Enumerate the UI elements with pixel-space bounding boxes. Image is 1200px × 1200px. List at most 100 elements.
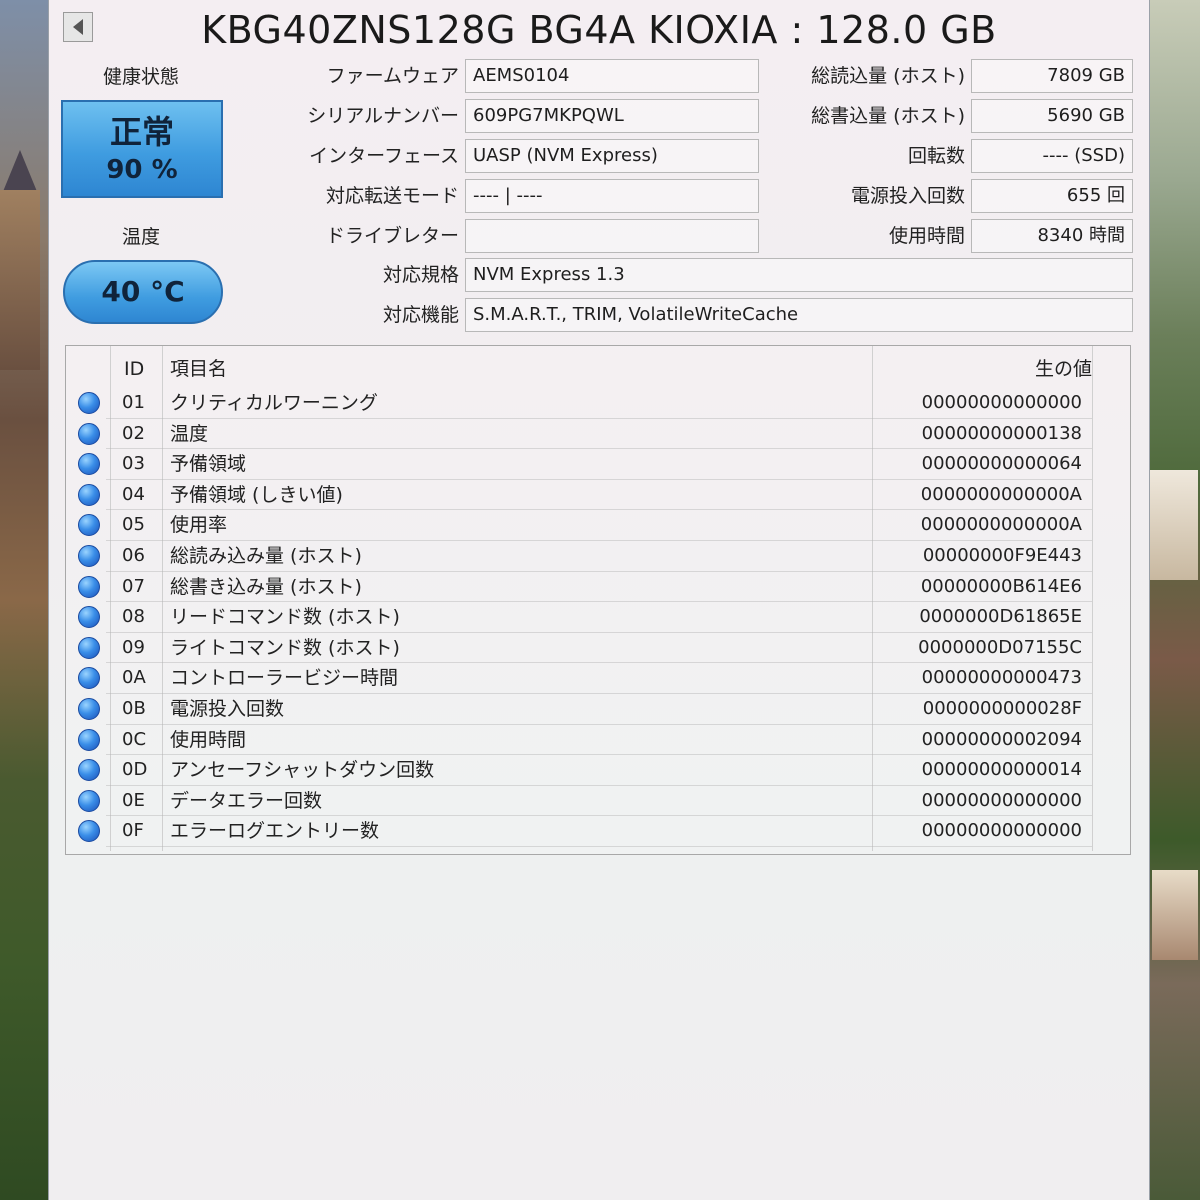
- app-window: KBG40ZNS128G BG4A KIOXIA : 128.0 GB 健康状態…: [48, 0, 1150, 1200]
- blue-circle-icon: [78, 698, 100, 720]
- row-name: コントローラービジー時間: [170, 667, 399, 690]
- temperature-box[interactable]: 40 °C: [63, 260, 223, 324]
- serial-label: シリアルナンバー: [307, 105, 459, 127]
- row-raw-value: 0000000000028F: [922, 698, 1082, 719]
- row-raw-value: 00000000000000: [921, 820, 1082, 842]
- row-raw-value: 00000000F9E443: [922, 545, 1082, 566]
- table-row[interactable]: 0E データエラー回数 00000000000000: [66, 786, 1092, 817]
- health-label: 健康状態: [102, 66, 179, 88]
- blue-circle-icon: [78, 759, 100, 782]
- row-name: データエラー回数: [170, 789, 323, 812]
- table-row[interactable]: 05 使用率 0000000000000A: [66, 510, 1092, 541]
- table-row[interactable]: 06 総読み込み量 (ホスト) 00000000F9E443: [66, 541, 1092, 572]
- wallpaper-house: [1150, 470, 1198, 580]
- interface-label: インターフェース: [309, 145, 459, 167]
- temperature-value: 40 °C: [101, 275, 185, 308]
- standard-value: NVM Express 1.3: [465, 258, 1133, 292]
- row-raw-value: 00000000000000: [921, 789, 1082, 811]
- row-name: アンセーフシャットダウン回数: [170, 759, 435, 782]
- standard-label: 対応規格: [382, 264, 459, 286]
- transfer-mode-value: ---- | ----: [465, 179, 759, 213]
- blue-circle-icon: [78, 483, 100, 506]
- health-status: 正常: [109, 113, 174, 151]
- row-raw-value: 0000000D61865E: [919, 606, 1082, 628]
- blue-circle-icon: [78, 392, 100, 414]
- row-raw-value: 0000000000000A: [920, 483, 1082, 505]
- row-id: 07: [122, 575, 145, 597]
- blue-circle-icon: [78, 606, 100, 629]
- temperature-label: 温度: [121, 226, 160, 248]
- row-id: 03: [122, 453, 145, 475]
- wallpaper-right: [1148, 0, 1200, 1200]
- health-status-box[interactable]: 正常 90 %: [61, 100, 223, 198]
- blue-circle-icon: [78, 728, 100, 751]
- power-on-count-label: 電源投入回数: [850, 185, 965, 207]
- blue-circle-icon: [78, 514, 100, 537]
- table-row[interactable]: 0B 電源投入回数 0000000000028F: [66, 694, 1092, 725]
- column-header-raw[interactable]: 生の値: [886, 354, 1092, 384]
- row-id: 06: [122, 545, 145, 566]
- row-name: 使用率: [170, 514, 228, 537]
- table-row[interactable]: 02 温度 00000000000138: [66, 419, 1092, 450]
- row-raw-value: 0000000D07155C: [918, 636, 1082, 658]
- transfer-mode-label: 対応転送モード: [325, 185, 459, 207]
- total-write-label: 総書込量 (ホスト): [811, 105, 965, 127]
- row-name: 使用時間: [170, 728, 247, 751]
- row-raw-value: 00000000002094: [921, 728, 1082, 750]
- health-percent: 90 %: [106, 155, 178, 185]
- column-divider: [1092, 346, 1093, 851]
- row-raw-value: 00000000000000: [921, 392, 1082, 413]
- table-row[interactable]: 04 予備領域 (しきい値) 0000000000000A: [66, 480, 1092, 511]
- row-id: 02: [122, 422, 145, 444]
- row-name: ライトコマンド数 (ホスト): [170, 636, 400, 659]
- total-write-value: 5690 GB: [971, 99, 1133, 133]
- row-name: 電源投入回数: [170, 698, 285, 720]
- column-header-id[interactable]: ID: [124, 354, 144, 384]
- table-row[interactable]: 03 予備領域 00000000000064: [66, 449, 1092, 480]
- blue-circle-icon: [78, 453, 100, 476]
- row-raw-value: 00000000000138: [921, 422, 1082, 444]
- interface-value: UASP (NVM Express): [465, 139, 759, 173]
- power-on-hours-label: 使用時間: [888, 225, 965, 247]
- firmware-value: AEMS0104: [465, 59, 759, 93]
- row-raw-value: 0000000000000A: [920, 514, 1082, 536]
- blue-circle-icon: [78, 636, 100, 659]
- row-separator: [106, 845, 1092, 847]
- table-row[interactable]: 0C 使用時間 00000000002094: [66, 725, 1092, 756]
- row-name: クリティカルワーニング: [170, 392, 378, 414]
- serial-value: 609PG7MKPQWL: [465, 99, 759, 133]
- table-row[interactable]: 01 クリティカルワーニング 00000000000000: [66, 388, 1092, 419]
- row-raw-value: 00000000B614E6: [920, 575, 1082, 597]
- table-row[interactable]: 09 ライトコマンド数 (ホスト) 0000000D07155C: [66, 633, 1092, 664]
- blue-circle-icon: [78, 422, 100, 445]
- power-on-count-value: 655 回: [971, 179, 1133, 213]
- row-name: 予備領域 (しきい値): [170, 483, 343, 506]
- row-id: 08: [122, 606, 145, 628]
- column-header-name[interactable]: 項目名: [170, 354, 227, 384]
- row-id: 0D: [122, 759, 148, 781]
- row-id: 0E: [122, 789, 145, 811]
- table-row[interactable]: 07 総書き込み量 (ホスト) 00000000B614E6: [66, 572, 1092, 603]
- table-row[interactable]: 0D アンセーフシャットダウン回数 00000000000014: [66, 755, 1092, 786]
- drive-letter-label: ドライブレター: [325, 225, 459, 247]
- blue-circle-icon: [78, 789, 100, 812]
- blue-circle-icon: [78, 820, 100, 843]
- row-id: 01: [122, 392, 145, 413]
- firmware-label: ファームウェア: [326, 65, 459, 87]
- power-on-hours-value: 8340 時間: [971, 219, 1133, 253]
- row-name: リードコマンド数 (ホスト): [170, 606, 400, 629]
- table-row[interactable]: 0F エラーログエントリー数 00000000000000: [66, 816, 1092, 847]
- rotation-rate-value: ---- (SSD): [971, 139, 1133, 173]
- row-name: 総書き込み量 (ホスト): [170, 575, 362, 598]
- smart-table[interactable]: ID 項目名 生の値 01 クリティカルワーニング 00000000000000 02…: [65, 345, 1131, 855]
- disk-title: KBG40ZNS128G BG4A KIOXIA : 128.0 GB: [201, 8, 997, 52]
- row-id: 09: [122, 636, 145, 658]
- rotation-rate-label: 回転数: [907, 145, 965, 167]
- row-id: 0C: [122, 728, 147, 750]
- table-row[interactable]: 0A コントローラービジー時間 00000000000473: [66, 663, 1092, 694]
- blue-circle-icon: [78, 545, 100, 567]
- blue-circle-icon: [78, 667, 100, 690]
- features-value: S.M.A.R.T., TRIM, VolatileWriteCache: [465, 298, 1133, 332]
- row-id: 05: [122, 514, 145, 536]
- table-row[interactable]: 08 リードコマンド数 (ホスト) 0000000D61865E: [66, 602, 1092, 633]
